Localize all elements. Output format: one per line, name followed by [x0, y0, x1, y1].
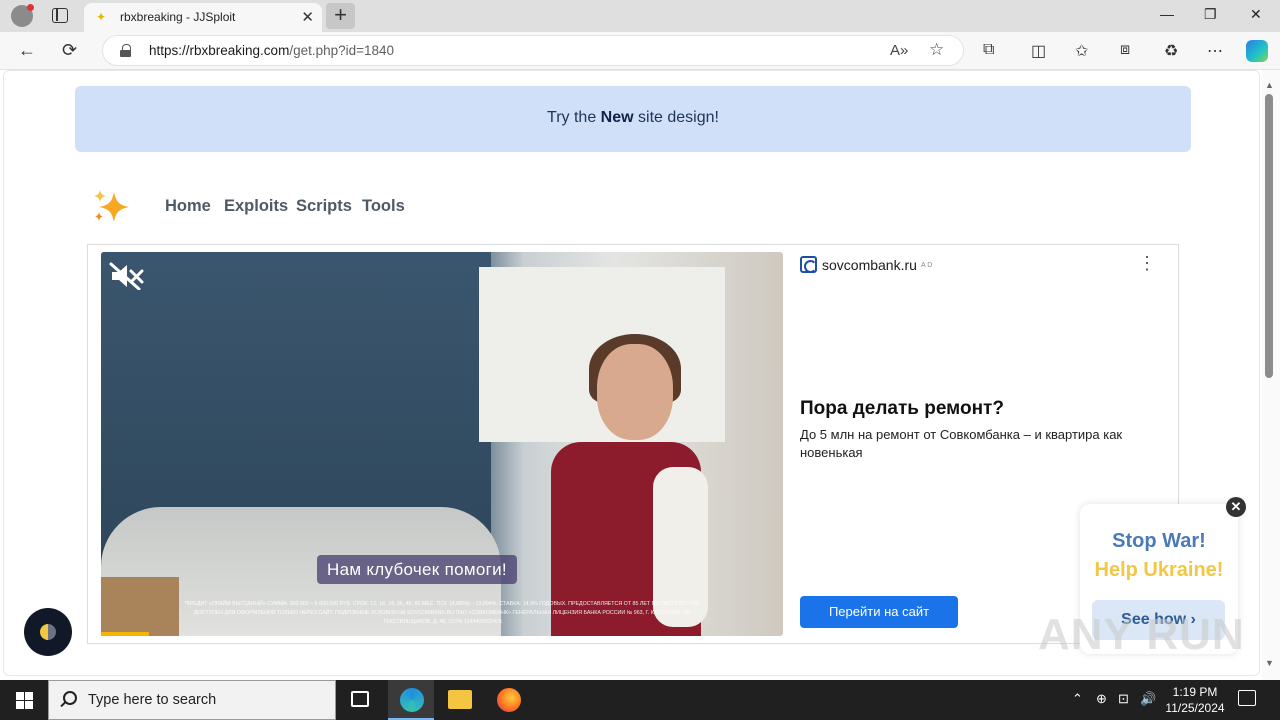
address-bar[interactable]: https://rbxbreaking.com/get.php?id=1840 …: [102, 35, 964, 66]
nav-link-home[interactable]: Home: [165, 197, 211, 216]
ukraine-popup-line2: Help Ukraine!: [1094, 559, 1224, 581]
firefox-icon[interactable]: [497, 688, 521, 712]
advertiser-name[interactable]: sovcombank.ru: [822, 257, 917, 273]
edge-browser-icon[interactable]: [400, 688, 424, 712]
browser-essentials-icon[interactable]: ♻: [1164, 41, 1178, 61]
ad-headline[interactable]: Пора делать ремонт?: [800, 398, 1004, 420]
tab-close-icon[interactable]: ✕: [301, 8, 314, 26]
lock-icon[interactable]: [120, 44, 131, 57]
windows-start-icon[interactable]: [16, 692, 33, 709]
scrollbar-thumb[interactable]: [1265, 94, 1273, 378]
back-arrow-icon[interactable]: ←: [18, 40, 36, 60]
video-person-face: [597, 344, 673, 440]
ad-cta-button[interactable]: Перейти на сайт: [800, 596, 958, 628]
tab-title: rbxbreaking - JJSploit: [120, 10, 236, 24]
settings-more-icon[interactable]: ⋯: [1207, 41, 1223, 61]
advertiser-logo-icon[interactable]: [800, 256, 817, 273]
video-fine-print: *КРЕДИТ «ПРАЙМ ВЫГОДНЫЙ» СУММА: 300 000 …: [184, 601, 701, 625]
video-progress-bar[interactable]: [101, 632, 149, 636]
clock-time: 1:19 PM: [1172, 685, 1218, 699]
url-text[interactable]: https://rbxbreaking.com/get.php?id=1840: [149, 43, 394, 58]
new-tab-button[interactable]: +: [326, 3, 355, 29]
volume-icon[interactable]: 🔊: [1140, 691, 1156, 707]
banner-prefix: Try the: [547, 109, 601, 126]
clock-date: 11/25/2024: [1165, 701, 1225, 715]
anyrun-watermark: ANY RUN: [1038, 610, 1245, 659]
close-popup-icon[interactable]: ✕: [1226, 497, 1246, 517]
sparkles-logo-icon[interactable]: [92, 188, 132, 224]
tab-favicon-icon: ✦: [96, 10, 107, 24]
notifications-icon[interactable]: [1238, 690, 1256, 706]
scroll-down-arrow-icon[interactable]: ▼: [1265, 658, 1274, 668]
split-screen-icon[interactable]: ◫: [1031, 41, 1046, 61]
ukraine-popup-line1: Stop War!: [1112, 530, 1206, 552]
theme-toggle-icon: [40, 624, 56, 640]
browser-toolbar: ← ⟳ https://rbxbreaking.com/get.php?id=1…: [0, 32, 1280, 70]
floating-theme-button[interactable]: [24, 608, 72, 656]
video-subtitle: Нам клубочек помоги!: [317, 555, 517, 584]
task-view-icon[interactable]: [351, 691, 369, 707]
network-icon[interactable]: ⊡: [1118, 691, 1129, 707]
nav-link-scripts[interactable]: Scripts: [296, 197, 352, 216]
tray-device-icon[interactable]: ⊕: [1096, 691, 1107, 707]
browser-titlebar: ✦ rbxbreaking - JJSploit ✕ + — ❐ ✕: [0, 0, 1280, 32]
nav-link-exploits[interactable]: Exploits: [224, 197, 288, 216]
restore-button[interactable]: ❐: [1204, 6, 1217, 23]
minimize-button[interactable]: —: [1160, 6, 1174, 22]
taskbar-search-box[interactable]: Type here to search: [48, 680, 336, 720]
banner-emphasis: New: [600, 109, 634, 126]
profile-avatar-icon[interactable]: [11, 4, 34, 27]
extensions-icon[interactable]: ⧉: [983, 41, 994, 59]
nav-link-tools[interactable]: Tools: [362, 197, 405, 216]
muted-speaker-icon[interactable]: [109, 262, 145, 290]
video-cardboard-box: [101, 577, 179, 636]
close-window-button[interactable]: ✕: [1250, 6, 1262, 23]
read-aloud-icon[interactable]: A»: [890, 42, 908, 59]
tray-overflow-icon[interactable]: ⌃: [1072, 691, 1083, 707]
search-icon: [63, 691, 77, 705]
new-design-banner[interactable]: Try the New site design!: [75, 86, 1191, 152]
taskbar-clock[interactable]: 1:19 PM 11/25/2024: [1162, 684, 1228, 716]
taskbar-search-placeholder: Type here to search: [88, 692, 217, 708]
banner-suffix: site design!: [633, 109, 719, 126]
tab-actions-icon[interactable]: [52, 8, 68, 23]
browser-tab[interactable]: ✦ rbxbreaking - JJSploit ✕: [84, 3, 322, 32]
ad-label: A D: [921, 262, 933, 269]
refresh-icon[interactable]: ⟳: [62, 40, 77, 60]
url-host: https://rbxbreaking.com: [149, 43, 290, 58]
copilot-icon[interactable]: [1246, 40, 1268, 62]
banner-text: Try the New site design!: [75, 109, 1191, 127]
favorite-star-icon[interactable]: ☆: [929, 40, 944, 60]
ad-menu-icon[interactable]: ⋮: [1138, 254, 1156, 272]
collections-icon[interactable]: ⧈: [1120, 41, 1130, 59]
ad-description: До 5 млн на ремонт от Совкомбанка – и кв…: [800, 427, 1123, 460]
favorites-icon[interactable]: ✩: [1075, 41, 1088, 61]
scroll-up-arrow-icon[interactable]: ▲: [1265, 80, 1274, 90]
url-path: /get.php?id=1840: [289, 43, 395, 58]
file-explorer-icon[interactable]: [448, 690, 472, 709]
